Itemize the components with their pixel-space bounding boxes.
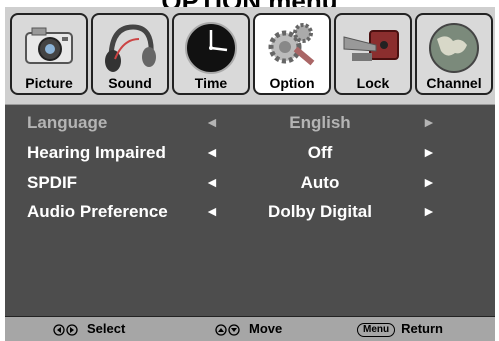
globe-icon	[429, 23, 479, 73]
arrow-left-icon[interactable]: ◄	[205, 174, 219, 190]
setting-value: Auto	[300, 173, 340, 192]
tab-label: Channel	[426, 75, 482, 91]
up-down-keys-icon	[215, 323, 240, 336]
footer-hint-bar: Select Move Menu Return	[5, 316, 495, 341]
tab-label: Sound	[108, 75, 152, 91]
hint-select: Select	[53, 321, 125, 336]
hint-select-label: Select	[87, 321, 126, 336]
setting-label: SPDIF	[27, 173, 78, 192]
arrow-right-icon[interactable]: ►	[422, 174, 436, 190]
tab-label: Time	[194, 75, 228, 91]
hint-move: Move	[215, 321, 282, 336]
hint-move-label: Move	[249, 321, 283, 336]
tab-sound[interactable]: Sound	[91, 13, 169, 95]
setting-value: Off	[307, 143, 333, 162]
left-right-keys-icon	[53, 323, 78, 336]
hint-return-label: Return	[401, 321, 443, 336]
clock-icon	[185, 22, 237, 74]
arrow-left-icon[interactable]: ◄	[205, 203, 219, 219]
setting-value: Dolby Digital	[268, 202, 372, 221]
tab-label: Lock	[356, 75, 390, 91]
tab-label: Picture	[25, 75, 73, 91]
setting-label: Hearing Impaired	[27, 143, 166, 162]
setting-label: Audio Preference	[27, 202, 168, 221]
hint-return: Menu Return	[357, 321, 443, 337]
camera-icon	[25, 27, 73, 64]
arrow-left-icon[interactable]: ◄	[205, 144, 219, 160]
arrow-right-icon[interactable]: ►	[422, 144, 436, 160]
tab-bar: Picture Sound Time Option Lock Channel	[5, 7, 495, 105]
setting-label: Language	[27, 113, 108, 132]
arrow-right-icon[interactable]: ►	[422, 203, 436, 219]
tab-label: Option	[269, 75, 315, 91]
arrow-right-icon[interactable]: ►	[422, 114, 436, 130]
arrow-left-icon[interactable]: ◄	[205, 114, 219, 130]
tab-option[interactable]: Option	[253, 13, 331, 95]
tab-time[interactable]: Time	[172, 13, 250, 95]
gear-icon	[268, 23, 315, 66]
setting-value: English	[289, 113, 351, 132]
menu-key-icon: Menu	[357, 322, 396, 337]
headphones-icon	[105, 24, 156, 72]
tab-picture[interactable]: Picture	[10, 13, 88, 95]
lock-icon	[343, 30, 399, 61]
tab-channel[interactable]: Channel	[415, 13, 493, 95]
tab-lock[interactable]: Lock	[334, 13, 412, 95]
